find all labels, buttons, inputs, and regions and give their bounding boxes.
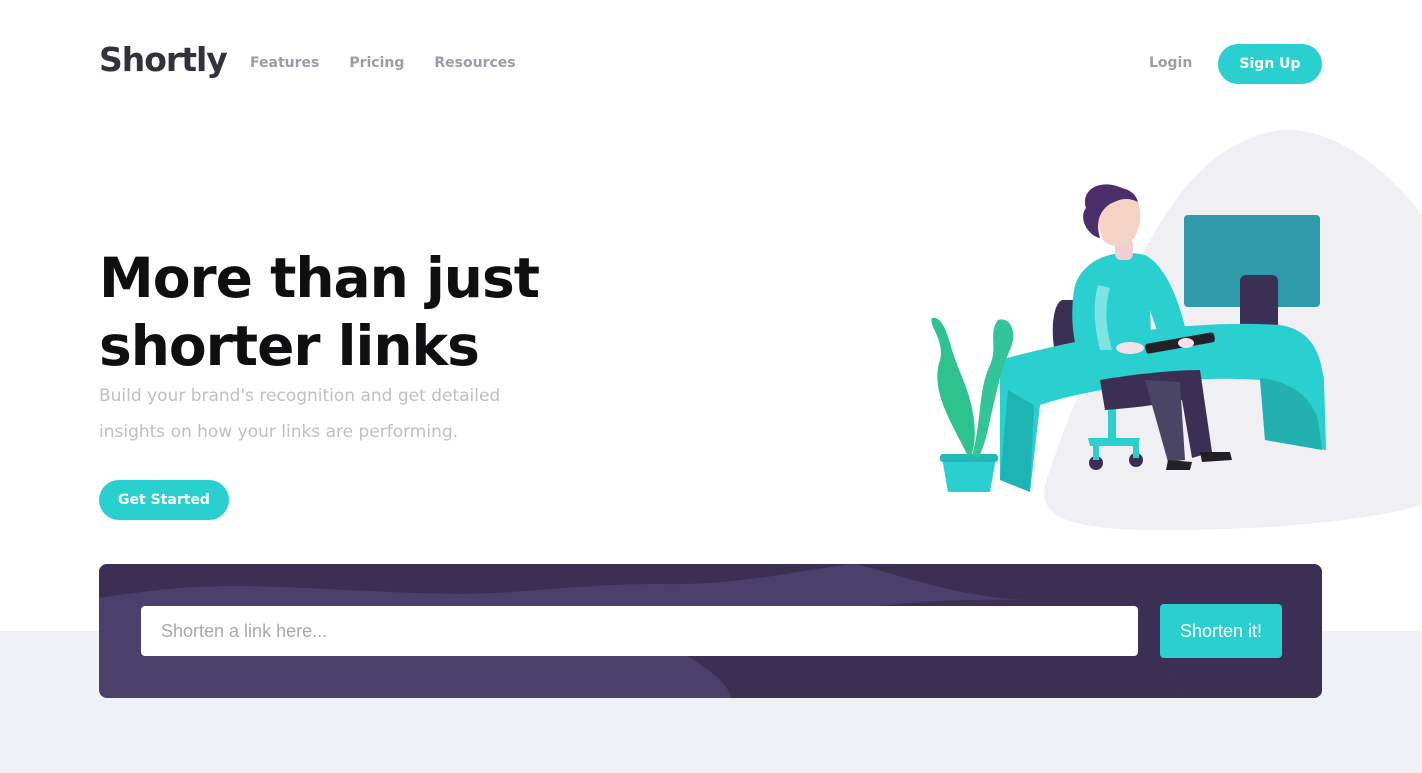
shorten-button[interactable]: Shorten it! [1160, 604, 1282, 658]
nav-link-resources[interactable]: Resources [434, 55, 515, 71]
login-link[interactable]: Login [1149, 55, 1192, 71]
person-working-illustration [931, 129, 1422, 530]
nav-link-pricing[interactable]: Pricing [349, 55, 404, 71]
shorten-link-input[interactable] [141, 606, 1138, 656]
hero-title: More than just shorter links [99, 246, 540, 378]
signup-button[interactable]: Sign Up [1218, 44, 1322, 84]
main-nav: Features Pricing Resources [250, 55, 516, 71]
nav-link-features[interactable]: Features [250, 55, 319, 71]
brand-logo[interactable]: Shortly [99, 40, 228, 79]
hero-subtitle: Build your brand's recognition and get d… [99, 386, 501, 442]
get-started-button[interactable]: Get Started [99, 480, 229, 520]
shorten-form: Shorten it! [99, 564, 1322, 698]
